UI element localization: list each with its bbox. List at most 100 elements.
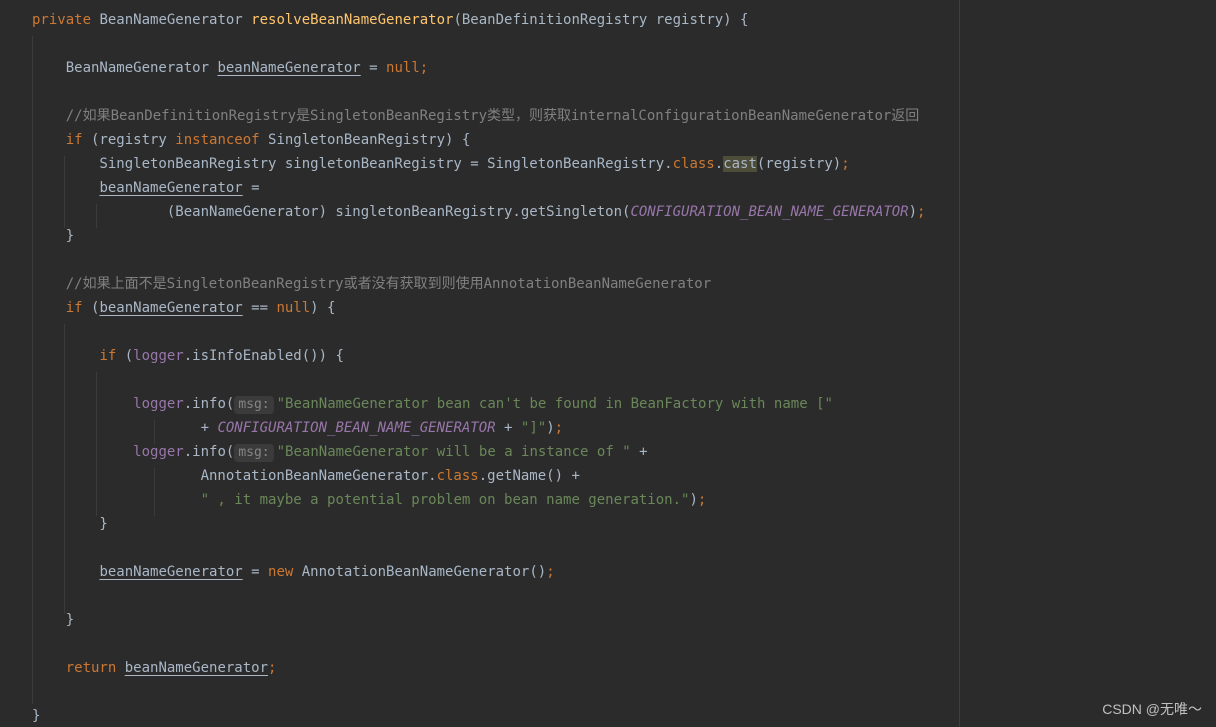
code-line[interactable]: } [32, 608, 74, 632]
code-line[interactable]: } [32, 512, 108, 536]
code-token: CONFIGURATION_BEAN_NAME_GENERATOR [630, 204, 909, 220]
code-token: ; [697, 492, 707, 508]
code-token: .isInfoEnabled()) { [183, 348, 344, 364]
right-margin-guide [959, 0, 960, 727]
code-token: ) [908, 204, 918, 220]
code-token: ; [419, 60, 429, 76]
code-token: SingletonBeanRegistry singletonBeanRegis… [32, 156, 673, 172]
code-token: == [242, 300, 277, 316]
code-token: new [268, 564, 294, 580]
code-token: cast [723, 156, 757, 172]
code-token: "BeanNameGenerator will be a instance of… [276, 444, 631, 460]
code-token: resolveBeanNameGenerator [251, 12, 454, 28]
code-token: SingletonBeanRegistry) { [259, 132, 471, 148]
code-token: //如果上面不是SingletonBeanRegistry或者没有获取到则使用A… [32, 276, 712, 292]
code-token: .info( [183, 396, 235, 412]
code-token: beanNameGenerator [99, 180, 243, 196]
code-token: AnnotationBeanNameGenerator() [293, 564, 547, 580]
code-token: (BeanDefinitionRegistry registry) { [453, 12, 749, 28]
code-line[interactable]: return beanNameGenerator; [32, 656, 277, 680]
code-token: = [242, 180, 260, 196]
code-token: if [65, 132, 83, 148]
code-token: } [32, 516, 108, 532]
code-token: .getName() + [478, 468, 580, 484]
code-token: = [360, 60, 387, 76]
code-line[interactable]: " , it maybe a potential problem on bean… [32, 488, 707, 512]
code-line[interactable]: if (beanNameGenerator == null) { [32, 296, 336, 320]
code-token: ) [689, 492, 698, 508]
code-token: ; [917, 204, 926, 220]
code-token: ) [546, 420, 555, 436]
code-token: logger [133, 444, 184, 460]
code-token: logger [133, 396, 184, 412]
code-token: BeanNameGenerator [99, 12, 252, 28]
code-line[interactable]: AnnotationBeanNameGenerator.class.getNam… [32, 464, 580, 488]
code-line[interactable]: private BeanNameGenerator resolveBeanNam… [32, 8, 748, 32]
code-token: CONFIGURATION_BEAN_NAME_GENERATOR [217, 420, 496, 436]
code-token: (registry [82, 132, 176, 148]
code-token: ; [554, 420, 564, 436]
code-token: return [65, 660, 117, 676]
code-token: class [672, 156, 715, 172]
code-token: private [32, 12, 100, 28]
code-token: AnnotationBeanNameGenerator. [32, 468, 437, 484]
code-token: beanNameGenerator [99, 300, 243, 316]
code-token: ( [82, 300, 100, 316]
code-token: } [32, 612, 75, 628]
code-token: ; [268, 660, 277, 676]
code-token: instanceof [175, 132, 260, 148]
code-line[interactable]: + CONFIGURATION_BEAN_NAME_GENERATOR + "]… [32, 416, 564, 440]
code-token: beanNameGenerator [217, 60, 361, 76]
code-line[interactable]: } [32, 704, 40, 727]
code-token: beanNameGenerator [99, 564, 243, 580]
code-token: ) { [310, 300, 336, 316]
code-line[interactable]: BeanNameGenerator beanNameGenerator = nu… [32, 56, 428, 80]
code-token: if [99, 348, 117, 364]
code-token: ( [116, 348, 134, 364]
code-token: ; [546, 564, 555, 580]
code-token: "BeanNameGenerator bean can't be found i… [276, 396, 833, 412]
code-line[interactable]: //如果上面不是SingletonBeanRegistry或者没有获取到则使用A… [32, 272, 711, 296]
code-line[interactable]: } [32, 224, 74, 248]
code-token: (registry) [756, 156, 842, 172]
code-token: null [386, 60, 420, 76]
code-token: null [276, 300, 311, 316]
code-token: . [714, 156, 724, 172]
code-line[interactable]: if (logger.isInfoEnabled()) { [32, 344, 344, 368]
parameter-hint: msg: [234, 444, 274, 462]
code-line[interactable]: beanNameGenerator = new AnnotationBeanNa… [32, 560, 555, 584]
code-token: //如果BeanDefinitionRegistry是SingletonBean… [32, 108, 920, 124]
code-line[interactable]: (BeanNameGenerator) singletonBeanRegistr… [32, 200, 926, 224]
code-line[interactable]: //如果BeanDefinitionRegistry是SingletonBean… [32, 104, 920, 128]
code-token: + [495, 420, 521, 436]
code-token: logger [133, 348, 184, 364]
code-line[interactable]: beanNameGenerator = [32, 176, 260, 200]
code-token: + [32, 420, 218, 436]
code-token: if [65, 300, 83, 316]
code-token: } [32, 708, 41, 724]
code-token: = [242, 564, 269, 580]
code-token: (BeanNameGenerator) singletonBeanRegistr… [32, 204, 631, 220]
code-line[interactable]: if (registry instanceof SingletonBeanReg… [32, 128, 471, 152]
code-line[interactable]: logger.info(msg: "BeanNameGenerator bean … [32, 392, 833, 416]
code-token: + [630, 444, 648, 460]
code-token: " , it maybe a potential problem on bean… [200, 492, 690, 508]
code-editor[interactable]: private BeanNameGenerator resolveBeanNam… [0, 0, 1216, 727]
code-token: "]" [520, 420, 547, 436]
code-token: } [32, 228, 75, 244]
code-token: beanNameGenerator [124, 660, 269, 676]
parameter-hint: msg: [234, 396, 274, 414]
code-token: class [436, 468, 479, 484]
code-line[interactable]: logger.info(msg: "BeanNameGenerator will … [32, 440, 648, 464]
code-line[interactable]: SingletonBeanRegistry singletonBeanRegis… [32, 152, 850, 176]
